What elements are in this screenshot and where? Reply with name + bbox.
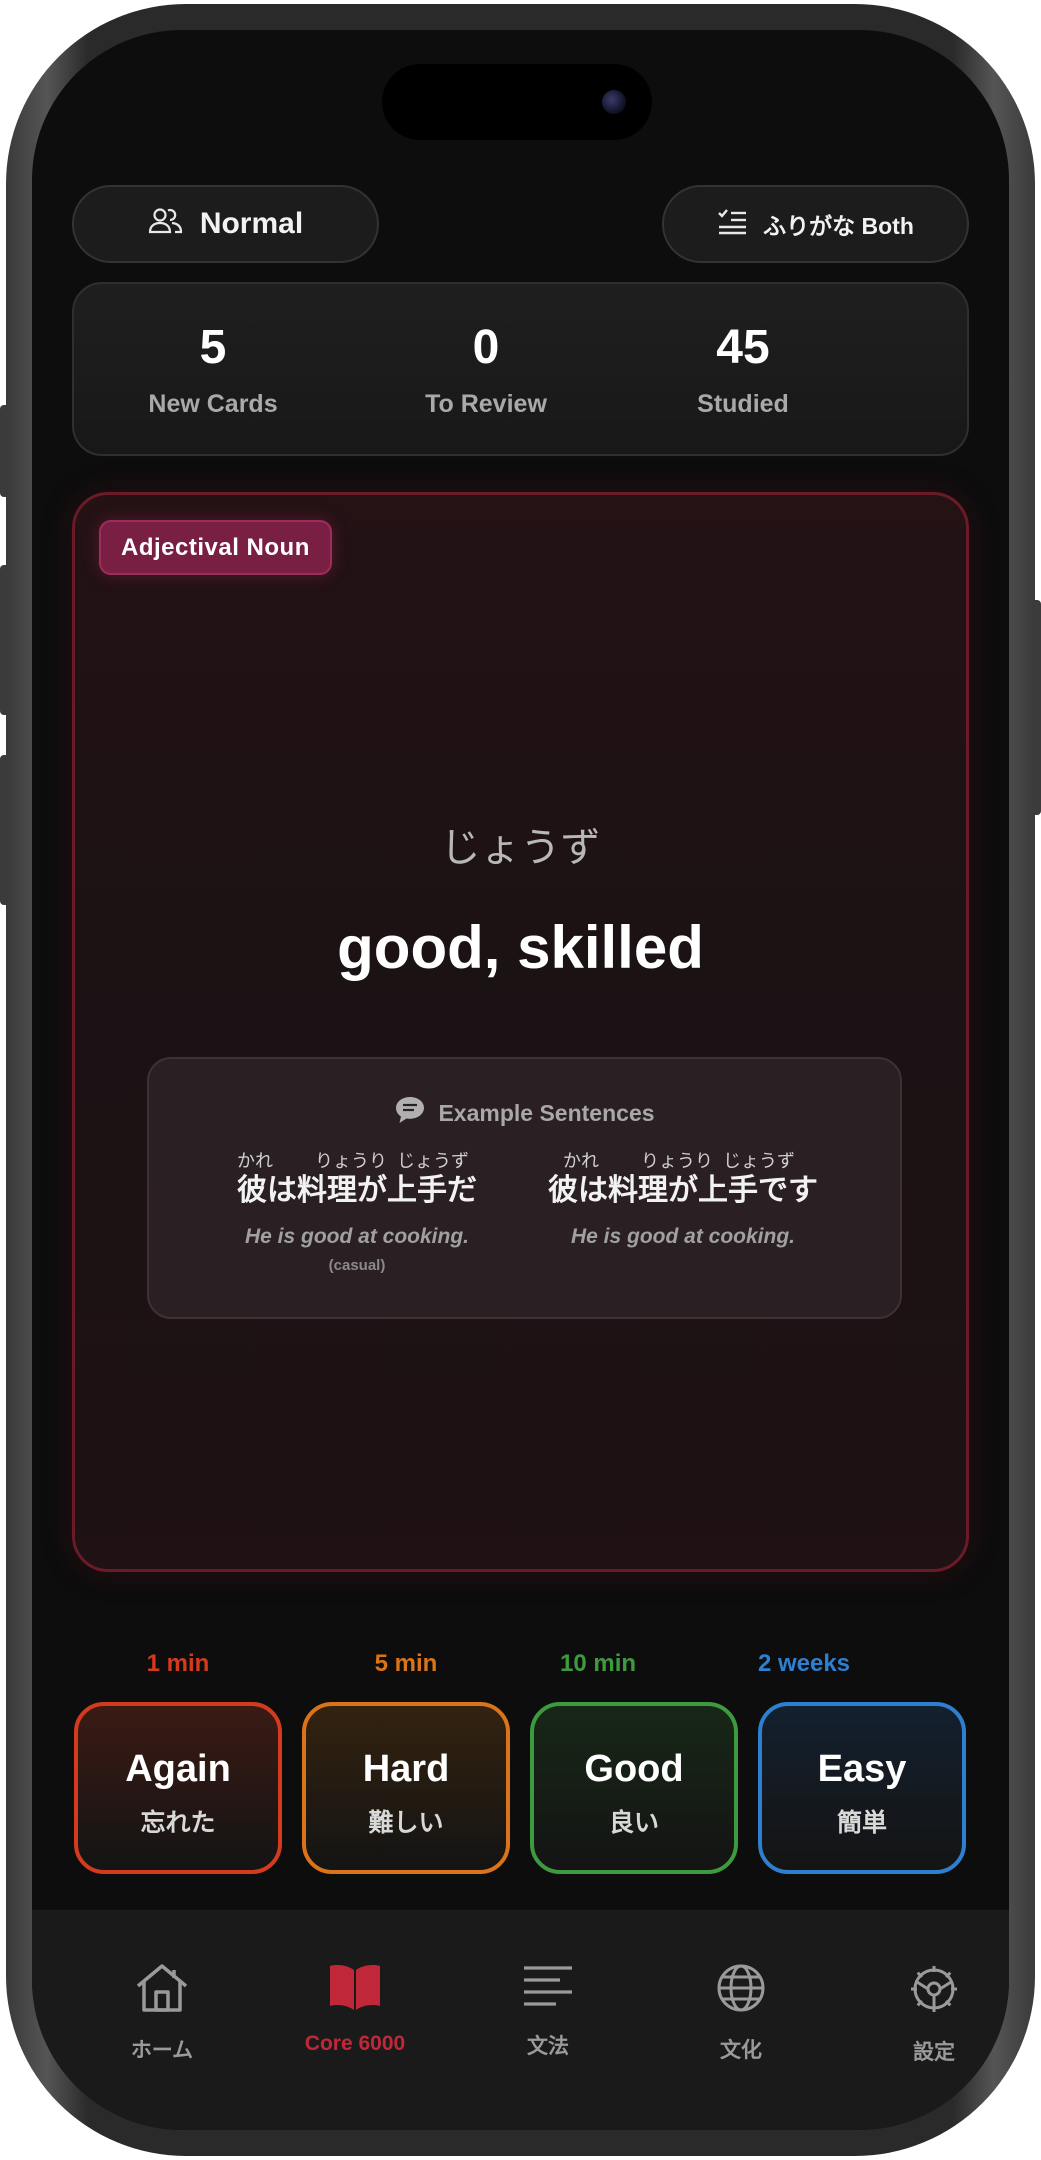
example-english: He is good at cooking.: [244, 1225, 470, 1248]
tab-label: 文法: [527, 2035, 569, 2058]
furigana-row: かれ りょうり じょうず: [523, 1147, 843, 1171]
example-sentence-polite: かれ りょうり じょうず 彼は料理が上手です He is good at coo…: [523, 1147, 843, 1249]
easy-button[interactable]: Easy 簡単: [758, 1702, 966, 1874]
furigana: かれ: [563, 1151, 599, 1171]
side-button-power: [1031, 600, 1041, 815]
stat-label: New Cards: [148, 390, 278, 418]
furigana-row: かれ りょうり じょうず: [197, 1147, 517, 1171]
home-icon: [136, 1964, 188, 2012]
example-sentences-title: Example Sentences: [438, 1099, 655, 1126]
tab-label: 設定: [913, 2041, 955, 2064]
gear-icon: [911, 1966, 957, 2012]
answer-label: Easy: [817, 1748, 907, 1790]
interval-again: 1 min: [146, 1650, 210, 1677]
dynamic-island: [382, 64, 652, 140]
stat-label: To Review: [425, 390, 547, 418]
stats-panel: 5 New Cards 0 To Review 45 Studied: [72, 282, 969, 456]
mode-label: Normal: [199, 207, 304, 240]
tab-label: Core 6000: [304, 2032, 406, 2055]
stat-to-review: 0 To Review: [376, 320, 596, 419]
example-sentences-header: Example Sentences: [149, 1095, 900, 1131]
furigana: じょうず: [397, 1151, 469, 1171]
example-sentence-casual: かれ りょうり じょうず 彼は料理が上手だ He is good at cook…: [197, 1147, 517, 1274]
tab-culture[interactable]: 文化: [661, 1962, 821, 2064]
chat-bubble-icon: [394, 1095, 426, 1131]
stat-label: Studied: [697, 390, 789, 418]
answer-label-jp: 良い: [608, 1809, 659, 1837]
answer-label: Good: [584, 1748, 684, 1790]
furigana-toggle-button[interactable]: ふりがな Both: [662, 185, 969, 263]
front-camera: [602, 90, 626, 114]
stat-value: 5: [199, 321, 227, 374]
good-button[interactable]: Good 良い: [530, 1702, 738, 1874]
book-icon: [330, 1965, 380, 2010]
answer-label: Again: [125, 1748, 231, 1790]
tab-core-6000[interactable]: Core 6000: [275, 1962, 435, 2056]
side-button-volume-down: [0, 755, 10, 905]
stat-value: 45: [716, 321, 770, 374]
furigana: じょうず: [723, 1151, 795, 1171]
answer-label-jp: 忘れた: [140, 1809, 216, 1837]
furigana: りょうり: [315, 1151, 387, 1171]
card-meaning: good, skilled: [337, 914, 704, 981]
tab-grammar[interactable]: 文法: [468, 1962, 628, 2060]
furigana: りょうり: [641, 1151, 713, 1171]
stat-value: 0: [472, 321, 500, 374]
flashcard[interactable]: Adjectival Noun じょうず good, skilled Examp…: [72, 492, 969, 1572]
answer-label-jp: 難しい: [368, 1809, 444, 1837]
tab-settings[interactable]: 設定: [854, 1962, 1009, 2066]
users-icon: [148, 206, 184, 242]
checklist-icon: [717, 207, 747, 241]
globe-icon: [717, 1964, 765, 2012]
furigana-label: ふりがな Both: [763, 213, 914, 239]
part-of-speech-badge: Adjectival Noun: [99, 520, 332, 575]
answer-label: Hard: [362, 1748, 450, 1790]
tab-home[interactable]: ホーム: [82, 1962, 242, 2064]
tab-bar: ホーム Core 6000 文法 文化 設定: [32, 1910, 1009, 2130]
example-english: He is good at cooking.: [570, 1225, 796, 1248]
tab-label: 文化: [720, 2039, 762, 2062]
tab-label: ホーム: [130, 2039, 194, 2062]
example-japanese: 彼は料理が上手です: [548, 1174, 818, 1207]
phone-screen: Normal ふりがな Both 5 New Cards 0 To Review…: [32, 30, 1009, 2130]
stat-studied: 45 Studied: [633, 320, 853, 419]
mode-toggle-button[interactable]: Normal: [72, 185, 379, 263]
answer-label-jp: 簡単: [836, 1809, 887, 1837]
example-japanese: 彼は料理が上手だ: [237, 1174, 477, 1207]
side-button-volume-up: [0, 565, 10, 715]
text-lines-icon: [524, 1966, 572, 2006]
stat-new-cards: 5 New Cards: [103, 320, 323, 419]
again-button[interactable]: Again 忘れた: [74, 1702, 282, 1874]
hard-button[interactable]: Hard 難しい: [302, 1702, 510, 1874]
card-reading: じょうず: [440, 826, 601, 870]
example-sentences-panel: Example Sentences かれ りょうり じょうず 彼は料理が上手だ …: [147, 1057, 902, 1319]
side-button-silent: [0, 405, 10, 497]
interval-hard: 5 min: [374, 1650, 438, 1677]
furigana: かれ: [237, 1151, 273, 1171]
interval-good: 10 min: [559, 1650, 637, 1677]
example-register-note: (casual): [328, 1257, 386, 1274]
interval-easy: 2 weeks: [757, 1650, 851, 1677]
